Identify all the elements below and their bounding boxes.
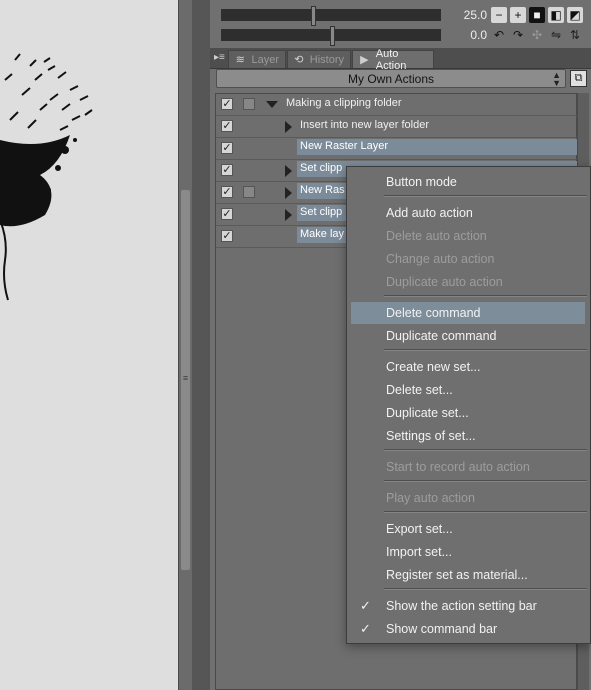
list-item[interactable]: ✓ Making a clipping folder (216, 94, 578, 116)
menu-item-settings-of-set[interactable]: Settings of set... (347, 425, 590, 447)
tab-layer-label: Layer (251, 53, 279, 66)
menu-item-play-auto-action: Play auto action (386, 491, 475, 505)
grip-icon: ≡ (182, 373, 189, 383)
menu-item-duplicate-auto-action: Duplicate auto action (386, 275, 503, 289)
checkmark-icon: ✓ (360, 598, 371, 613)
action-set-dropdown[interactable]: My Own Actions ▲ ▼ (216, 69, 566, 88)
menu-item-create-new-set[interactable]: Create new set... (347, 356, 590, 378)
history-icon: ⟲ (294, 54, 304, 66)
checkmark-icon: ✓ (360, 621, 371, 636)
action-label: Making a clipping folder (286, 97, 402, 109)
tab-history-label: History (309, 53, 344, 66)
list-item[interactable]: ✓ Insert into new layer folder (216, 116, 578, 138)
panel-divider[interactable] (192, 0, 211, 690)
enable-checkbox[interactable]: ✓ (221, 142, 233, 154)
action-label: New Raster Layer (297, 139, 577, 155)
menu-item-duplicate-set[interactable]: Duplicate set... (347, 402, 590, 424)
expand-right-icon[interactable] (285, 187, 292, 199)
rotate-right-icon[interactable]: ↷ (510, 27, 526, 43)
flip-h-reset-icon[interactable]: ⇋ (548, 27, 564, 43)
dialog-checkbox[interactable] (243, 186, 255, 198)
reset-rotation-icon[interactable]: ✣ (529, 27, 545, 43)
menu-item-register-set[interactable]: Register set as material... (347, 564, 590, 586)
dialog-checkbox[interactable] (243, 98, 255, 110)
rotate-value: 0.0 (470, 28, 487, 42)
menu-separator (384, 449, 587, 451)
enable-checkbox[interactable]: ✓ (221, 208, 233, 220)
expand-right-icon[interactable] (285, 121, 292, 133)
enable-checkbox[interactable]: ✓ (221, 164, 233, 176)
navigator-rotate-row: 0.0 ↶ ↷ ✣ ⇋ ⇅ (215, 25, 591, 46)
menu-item-delete-auto-action: Delete auto action (386, 229, 487, 243)
expand-right-icon[interactable] (285, 165, 292, 177)
menu-separator (384, 588, 587, 590)
menu-item-import-set[interactable]: Import set... (347, 541, 590, 563)
tab-history[interactable]: ⟲ History (287, 50, 351, 68)
panel-menu-icon[interactable]: ▸≡ (214, 52, 225, 63)
menu-separator (384, 480, 587, 482)
list-item[interactable]: ✓ New Raster Layer (216, 138, 578, 160)
zoom-in-icon[interactable]: + (510, 7, 526, 23)
enable-checkbox[interactable]: ✓ (221, 98, 233, 110)
canvas-vertical-scrollbar[interactable]: ≡ (178, 0, 192, 690)
enable-checkbox[interactable]: ✓ (221, 186, 233, 198)
flip-v-reset-icon[interactable]: ⇅ (567, 27, 583, 43)
rotate-left-icon[interactable]: ↶ (491, 27, 507, 43)
menu-item-show-action-setting-bar[interactable]: ✓ Show the action setting bar (347, 595, 590, 617)
menu-separator (384, 349, 587, 351)
menu-item-delete-command[interactable]: Delete command (351, 302, 585, 324)
expand-right-icon[interactable] (285, 209, 292, 221)
enable-checkbox[interactable]: ✓ (221, 120, 233, 132)
menu-item-export-set[interactable]: Export set... (347, 518, 590, 540)
expand-down-icon[interactable] (266, 101, 278, 108)
menu-item-delete-set[interactable]: Delete set... (347, 379, 590, 401)
panel-tab-bar: ▸≡ ≋ Layer ⟲ History ▶ Auto Action (210, 48, 591, 72)
auto-action-icon: ▶ (360, 54, 369, 66)
enable-checkbox[interactable]: ✓ (221, 230, 233, 242)
zoom-value: 25.0 (463, 8, 487, 22)
zoom-slider[interactable] (221, 6, 441, 26)
rotate-slider-knob[interactable] (330, 26, 335, 46)
new-set-button[interactable]: ⧉ (570, 70, 587, 87)
artwork-illustration (0, 53, 93, 301)
zoom-slider-knob[interactable] (311, 6, 316, 26)
rotate-slider[interactable] (221, 26, 441, 46)
tab-layer[interactable]: ≋ Layer (228, 50, 286, 68)
fit-screen-icon[interactable]: ■ (529, 7, 545, 23)
action-set-value: My Own Actions (347, 71, 435, 86)
tab-auto-action-label: Auto Action (375, 47, 407, 72)
flip-horizontal-icon[interactable]: ◧ (548, 7, 564, 23)
menu-item-button-mode[interactable]: Button mode (347, 171, 590, 193)
layer-icon: ≋ (235, 54, 245, 66)
chevron-updown-icon: ▲ ▼ (552, 70, 561, 88)
tab-auto-action[interactable]: ▶ Auto Action (352, 48, 434, 72)
drawing-canvas[interactable] (0, 0, 178, 690)
menu-item-change-auto-action: Change auto action (386, 252, 495, 266)
menu-item-duplicate-command[interactable]: Duplicate command (347, 325, 590, 347)
navigator-zoom-row: 25.0 − + ■ ◧ ◩ (215, 5, 591, 26)
menu-item-start-record: Start to record auto action (386, 460, 530, 474)
menu-item-add-auto-action[interactable]: Add auto action (347, 202, 590, 224)
action-label: Insert into new layer folder (300, 119, 430, 131)
menu-item-show-command-bar[interactable]: ✓ Show command bar (347, 618, 590, 640)
menu-separator (384, 195, 587, 197)
zoom-out-icon[interactable]: − (491, 7, 507, 23)
menu-separator (384, 295, 587, 297)
flip-vertical-icon[interactable]: ◩ (567, 7, 583, 23)
context-menu: Button mode Add auto action Delete auto … (346, 166, 591, 644)
new-set-icon: ⧉ (574, 72, 583, 84)
menu-separator (384, 511, 587, 513)
